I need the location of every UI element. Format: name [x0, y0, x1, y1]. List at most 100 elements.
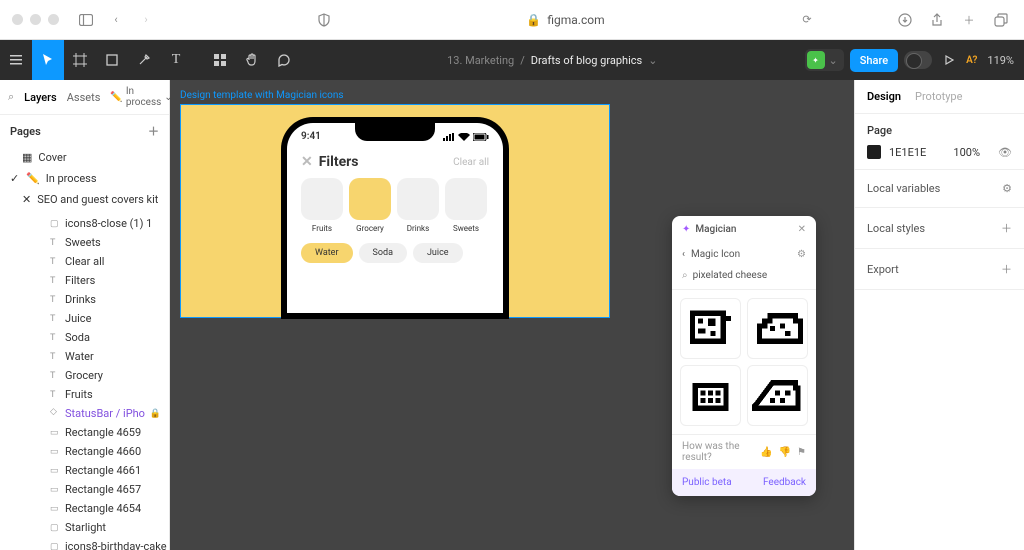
share-icon[interactable] [926, 9, 948, 31]
design-frame[interactable]: 9:41 ✕Filters Clear all Fruits Grocer [180, 104, 610, 318]
sidebar-toggle-icon[interactable] [75, 9, 97, 31]
breadcrumb-parent: 13. Marketing [447, 54, 514, 67]
layer-item[interactable]: ▭Rectangle 4660 [0, 442, 169, 461]
forward-icon[interactable]: › [135, 9, 157, 31]
thumbs-up-icon[interactable]: 👍 [760, 447, 772, 458]
flag-icon[interactable]: ⚑ [797, 447, 806, 458]
layer-item[interactable]: ▭Rectangle 4657 [0, 480, 169, 499]
page-dropdown[interactable]: ✏️ In process ⌄ [110, 86, 172, 108]
address-bar[interactable]: 🔒 figma.com [343, 13, 788, 27]
frame-tool-icon[interactable] [64, 40, 96, 80]
main-menu-icon[interactable] [0, 40, 32, 80]
icon-result[interactable] [680, 365, 741, 426]
plugin-icon: ✦ [807, 51, 825, 69]
comment-tool-icon[interactable] [268, 40, 300, 80]
tabs-icon[interactable] [990, 9, 1012, 31]
back-icon[interactable]: ‹ [105, 9, 127, 31]
chevron-down-icon[interactable]: ⌄ [648, 54, 657, 67]
move-tool-icon[interactable] [32, 40, 64, 80]
close-icon[interactable]: ✕ [798, 224, 806, 235]
feedback-link[interactable]: Feedback [763, 477, 806, 488]
layer-item[interactable]: TDrinks [0, 290, 169, 309]
magician-title: Magician [695, 224, 736, 235]
icon-result[interactable] [680, 298, 741, 359]
canvas[interactable]: Design template with Magician icons 9:41 [170, 80, 854, 550]
layer-item-statusbar[interactable]: ◇StatusBar / iPhone 1...🔒 [0, 404, 169, 423]
layer-item[interactable]: ▢Starlight [0, 518, 169, 537]
tab-layers[interactable]: Layers [24, 91, 57, 104]
bg-color-swatch[interactable] [867, 145, 881, 159]
hand-tool-icon[interactable] [236, 40, 268, 80]
pen-tool-icon[interactable] [128, 40, 160, 80]
local-variables-row[interactable]: Local variables⚙ [855, 170, 1024, 208]
shape-tool-icon[interactable] [96, 40, 128, 80]
shield-icon[interactable] [313, 9, 335, 31]
newtab-icon[interactable]: ＋ [958, 9, 980, 31]
close-icon[interactable]: ✕ [301, 154, 313, 170]
chevron-left-icon: ‹ [682, 249, 685, 260]
chip-water[interactable]: Water [301, 243, 353, 263]
dev-mode-toggle[interactable] [904, 51, 932, 69]
search-icon[interactable]: ⌕ [8, 90, 14, 104]
url-text: figma.com [547, 13, 604, 27]
visibility-icon[interactable]: 👁 [998, 146, 1012, 159]
frame-label[interactable]: Design template with Magician icons [180, 90, 344, 101]
add-page-icon[interactable]: ＋ [148, 123, 159, 139]
present-icon[interactable] [938, 40, 960, 80]
download-icon[interactable] [894, 9, 916, 31]
text-tool-icon[interactable]: T [160, 40, 192, 80]
category-fruits[interactable]: Fruits [301, 178, 343, 233]
search-input[interactable] [693, 270, 806, 281]
local-styles-row[interactable]: Local styles＋ [855, 208, 1024, 249]
filters-title: Filters [319, 154, 359, 170]
layer-item[interactable]: TGrocery [0, 366, 169, 385]
layer-item[interactable]: TFilters [0, 271, 169, 290]
bg-opacity[interactable]: 100% [953, 146, 980, 159]
adjust-icon: ⚙ [1002, 182, 1012, 195]
layer-item[interactable]: ▭Rectangle 4661 [0, 461, 169, 480]
thumbs-down-icon[interactable]: 👎 [779, 447, 791, 458]
export-row[interactable]: Export＋ [855, 249, 1024, 290]
clear-all-button[interactable]: Clear all [453, 157, 489, 168]
chip-soda[interactable]: Soda [359, 243, 407, 263]
reload-icon[interactable]: ⟳ [796, 9, 818, 31]
breadcrumb[interactable]: 13. Marketing / Drafts of blog graphics … [300, 54, 805, 67]
settings-icon[interactable]: ⚙ [797, 249, 806, 260]
layer-item[interactable]: TFruits [0, 385, 169, 404]
tab-prototype[interactable]: Prototype [915, 90, 962, 103]
resources-icon[interactable] [204, 40, 236, 80]
category-sweets[interactable]: Sweets [445, 178, 487, 233]
chip-juice[interactable]: Juice [413, 243, 463, 263]
feedback-question: How was the result? [682, 441, 760, 463]
tab-assets[interactable]: Assets [67, 91, 101, 104]
layer-item[interactable]: ▢icons8-birthday-cake 1 [0, 537, 169, 550]
tab-design[interactable]: Design [867, 90, 901, 103]
category-drinks[interactable]: Drinks [397, 178, 439, 233]
lock-icon: 🔒 [150, 409, 161, 419]
status-icons [443, 131, 489, 142]
page-item-seo[interactable]: ✕SEO and guest covers kit [0, 189, 169, 210]
layer-item[interactable]: TClear all [0, 252, 169, 271]
back-button[interactable]: ‹Magic Icon [682, 249, 740, 260]
layer-item[interactable]: ▢icons8-close (1) 1 [0, 214, 169, 233]
layer-item[interactable]: TJuice [0, 309, 169, 328]
share-button[interactable]: Share [850, 49, 898, 72]
layer-item[interactable]: ▭Rectangle 4654 [0, 499, 169, 518]
icon-result[interactable] [747, 298, 808, 359]
category-grocery[interactable]: Grocery [349, 178, 391, 233]
icon-result[interactable] [747, 365, 808, 426]
layer-item[interactable]: ▭Rectangle 4659 [0, 423, 169, 442]
plugin-badge[interactable]: ✦ ⌄ [805, 49, 844, 71]
zoom-level[interactable]: 119% [987, 54, 1014, 67]
search-icon: ⌕ [682, 270, 688, 281]
bg-hex[interactable]: 1E1E1E [889, 146, 926, 159]
page-item-in-process[interactable]: ✓ ✏️ In process [0, 168, 169, 189]
breadcrumb-current: Drafts of blog graphics [531, 54, 642, 67]
right-panel: Design Prototype Page 1E1E1E 100% 👁 Loca… [854, 80, 1024, 550]
window-controls[interactable] [12, 14, 59, 25]
layer-item[interactable]: TSweets [0, 233, 169, 252]
user-avatar[interactable]: A? [966, 55, 977, 66]
page-item-cover[interactable]: ▦Cover [0, 147, 169, 168]
layer-item[interactable]: TSoda [0, 328, 169, 347]
layer-item[interactable]: TWater [0, 347, 169, 366]
